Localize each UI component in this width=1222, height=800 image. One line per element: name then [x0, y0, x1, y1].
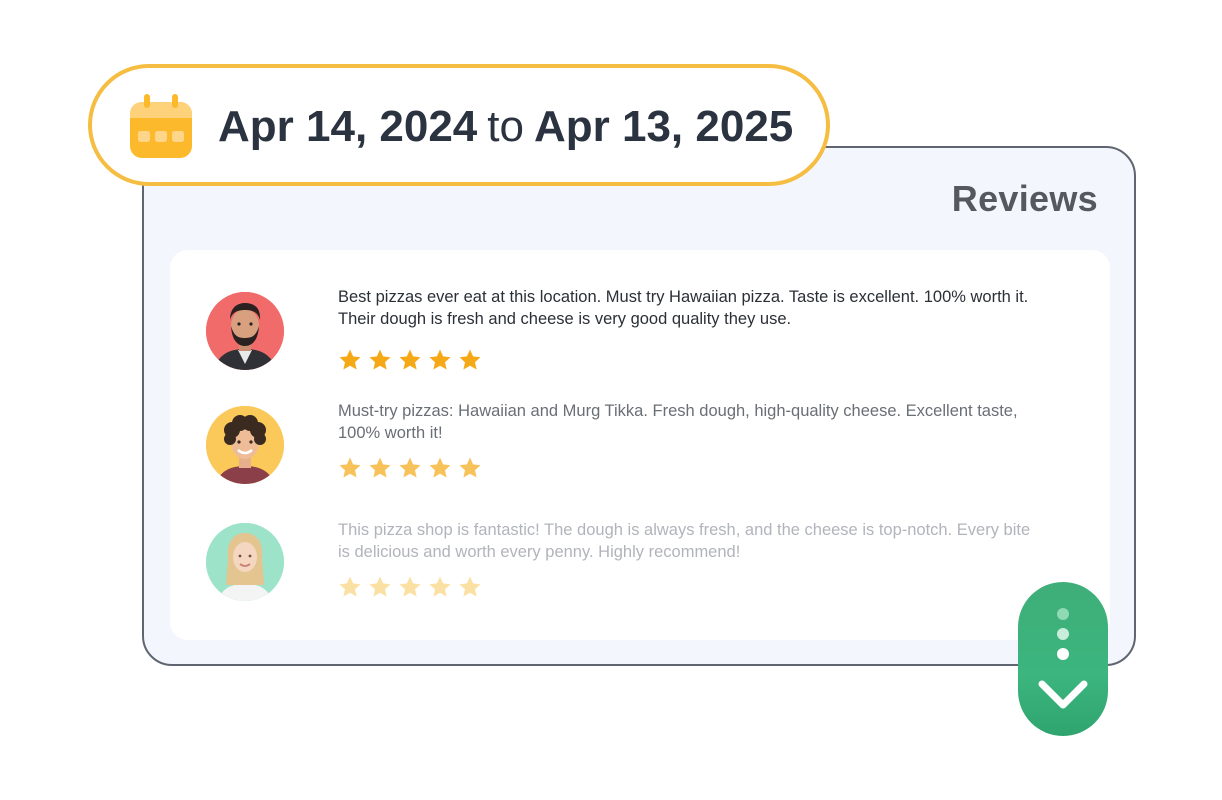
date-separator: to	[487, 102, 524, 151]
star-icon	[429, 349, 451, 370]
review-text-line: 100% worth it!	[338, 424, 443, 442]
start-date: Apr 14, 2024	[218, 102, 478, 151]
date-range-picker[interactable]: Apr 14, 2024 to Apr 13, 2025	[88, 64, 830, 186]
review-text-line: This pizza shop is fantastic! The dough …	[338, 521, 1031, 539]
review-item: Must-try pizzas: Hawaiian and Murg Tikka…	[170, 400, 1110, 510]
avatar	[206, 292, 284, 370]
reviews-panel: Reviews Best pizzas ever eat at this loc…	[142, 146, 1136, 666]
star-rating	[338, 456, 482, 480]
review-text: This pizza shop is fantastic! The dough …	[338, 519, 1068, 563]
avatar	[206, 406, 284, 484]
star-icon	[429, 457, 451, 478]
star-icon	[369, 576, 391, 597]
star-rating	[338, 575, 482, 599]
review-text-line: Their dough is fresh and cheese is very …	[338, 310, 792, 328]
avatar	[206, 523, 284, 601]
star-icon	[339, 576, 361, 597]
review-text-line: Best pizzas ever eat at this location. M…	[338, 288, 1029, 306]
review-text-line: is delicious and worth every penny. High…	[338, 543, 741, 561]
vertical-dots-icon	[1057, 608, 1069, 660]
scroll-down-button[interactable]	[1018, 582, 1108, 736]
review-item: Best pizzas ever eat at this location. M…	[170, 286, 1110, 396]
calendar-icon	[130, 94, 192, 158]
star-rating	[338, 348, 482, 372]
review-text: Best pizzas ever eat at this location. M…	[338, 286, 1068, 330]
review-text: Must-try pizzas: Hawaiian and Murg Tikka…	[338, 400, 1068, 444]
star-icon	[459, 349, 481, 370]
date-range-text: Apr 14, 2024 to Apr 13, 2025	[218, 99, 793, 155]
star-icon	[399, 457, 421, 478]
star-icon	[399, 576, 421, 597]
end-date: Apr 13, 2025	[533, 102, 794, 151]
panel-title: Reviews	[951, 178, 1098, 219]
star-icon	[429, 576, 451, 597]
star-icon	[459, 576, 481, 597]
star-icon	[369, 349, 391, 370]
reviews-list: Best pizzas ever eat at this location. M…	[170, 250, 1110, 640]
star-icon	[399, 349, 421, 370]
review-text-line: Must-try pizzas: Hawaiian and Murg Tikka…	[338, 402, 1018, 420]
star-icon	[459, 457, 481, 478]
star-icon	[339, 457, 361, 478]
star-icon	[369, 457, 391, 478]
review-item: This pizza shop is fantastic! The dough …	[170, 519, 1110, 629]
star-icon	[339, 349, 361, 370]
chevron-down-icon	[1038, 680, 1088, 709]
